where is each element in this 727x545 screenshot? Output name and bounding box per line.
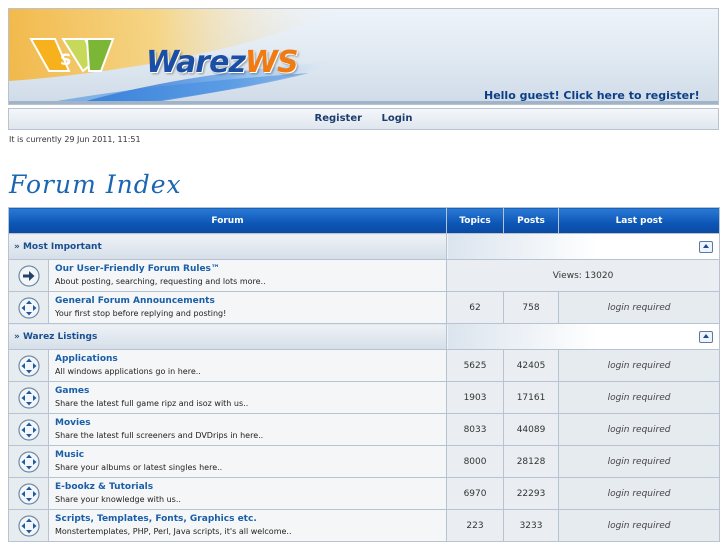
category-title[interactable]: » Most Important — [7, 233, 448, 260]
top-nav-bar: Register Login — [8, 108, 719, 130]
forum-description: Your first stop before replying and post… — [55, 309, 227, 318]
forum-last-post: login required — [558, 413, 721, 446]
forum-info-cell: Games Share the latest full game ripz an… — [47, 381, 448, 414]
forum-last-post: login required — [558, 477, 721, 510]
forum-title-link[interactable]: E-bookz & Tutorials — [55, 481, 442, 493]
forum-row: General Forum Announcements Your first s… — [8, 291, 721, 324]
forum-row: Our User-Friendly Forum Rules™ About pos… — [8, 259, 721, 292]
forum-icon-cell — [8, 381, 49, 414]
register-link[interactable]: Register — [315, 113, 363, 124]
category-controls — [446, 233, 721, 260]
forum-icon-cell — [8, 259, 49, 292]
category-row-warez-listings: » Warez Listings — [7, 323, 721, 350]
forum-topics-count: 62 — [446, 291, 505, 324]
forum-title-link[interactable]: General Forum Announcements — [55, 295, 442, 307]
forum-info-cell: Movies Share the latest full screeners a… — [47, 413, 448, 446]
forum-title-link[interactable]: Our User-Friendly Forum Rules™ — [55, 263, 442, 275]
forum-posts-count: 44089 — [503, 413, 560, 446]
forum-topics-count: 5625 — [446, 349, 505, 382]
forum-row: Movies Share the latest full screeners a… — [8, 413, 721, 446]
forum-row: E-bookz & Tutorials Share your knowledge… — [8, 477, 721, 510]
forum-arrows-icon[interactable] — [17, 482, 40, 505]
forum-title-link[interactable]: Applications — [55, 353, 442, 365]
page-title: Forum Index — [9, 170, 182, 199]
forum-index-table: Forum Topics Posts Last post » Most Impo… — [7, 207, 721, 542]
site-logo-text[interactable]: WarezWS — [146, 45, 299, 80]
column-header-forum: Forum — [7, 207, 448, 234]
forum-arrows-icon[interactable] — [17, 354, 40, 377]
forum-topics-count: 8033 — [446, 413, 505, 446]
forum-icon-cell — [8, 509, 49, 542]
forum-icon-cell — [8, 445, 49, 478]
current-time-text: It is currently 29 Jun 2011, 11:51 — [9, 135, 141, 144]
forum-posts-count: 17161 — [503, 381, 560, 414]
arrow-right-icon[interactable] — [17, 264, 40, 287]
forum-icon-cell — [8, 477, 49, 510]
forum-description: Share your albums or latest singles here… — [55, 463, 223, 472]
banner-divider — [9, 101, 718, 104]
forum-topics-count: 223 — [446, 509, 505, 542]
column-header-posts: Posts — [503, 207, 560, 234]
forum-description: All windows applications go in here.. — [55, 367, 201, 376]
forum-title-link[interactable]: Music — [55, 449, 442, 461]
column-header-last-post: Last post — [558, 207, 721, 234]
forum-icon-cell — [8, 413, 49, 446]
forum-topics-count: 6970 — [446, 477, 505, 510]
forum-title-link[interactable]: Movies — [55, 417, 442, 429]
forum-arrows-icon[interactable] — [17, 450, 40, 473]
forum-info-cell: E-bookz & Tutorials Share your knowledge… — [47, 477, 448, 510]
site-header-banner: S WarezWS Hello guest! Click here to reg… — [8, 8, 719, 105]
login-link[interactable]: Login — [382, 113, 413, 124]
collapse-category-button[interactable] — [699, 330, 714, 343]
forum-info-cell: Our User-Friendly Forum Rules™ About pos… — [47, 259, 448, 292]
forum-topics-count: 8000 — [446, 445, 505, 478]
table-header-row: Forum Topics Posts Last post — [7, 207, 721, 234]
ws-logo-icon: S — [29, 38, 115, 73]
forum-posts-count: 42405 — [503, 349, 560, 382]
forum-icon-cell — [8, 349, 49, 382]
forum-info-cell: Applications All windows applications go… — [47, 349, 448, 382]
forum-topics-count: 1903 — [446, 381, 505, 414]
category-title[interactable]: » Warez Listings — [7, 323, 448, 350]
forum-description: Share the latest full screeners and DVDr… — [55, 431, 264, 440]
forum-posts-count: 758 — [503, 291, 560, 324]
svg-text:S: S — [60, 50, 72, 69]
column-header-topics: Topics — [446, 207, 505, 234]
forum-info-cell: General Forum Announcements Your first s… — [47, 291, 448, 324]
forum-arrows-icon[interactable] — [17, 386, 40, 409]
forum-last-post: login required — [558, 349, 721, 382]
collapse-category-button[interactable] — [699, 240, 714, 253]
forum-description: Share your knowledge with us.. — [55, 495, 181, 504]
forum-icon-cell — [8, 291, 49, 324]
forum-last-post: login required — [558, 509, 721, 542]
forum-last-post: login required — [558, 445, 721, 478]
forum-row: Scripts, Templates, Fonts, Graphics etc.… — [8, 509, 721, 542]
forum-arrows-icon[interactable] — [17, 296, 40, 319]
forum-row: Music Share your albums or latest single… — [8, 445, 721, 478]
forum-info-cell: Scripts, Templates, Fonts, Graphics etc.… — [47, 509, 448, 542]
forum-arrows-icon[interactable] — [17, 514, 40, 537]
forum-views-count: Views: 13020 — [446, 259, 721, 292]
forum-title-link[interactable]: Games — [55, 385, 442, 397]
forum-description: About posting, searching, requesting and… — [55, 277, 266, 286]
forum-last-post: login required — [558, 291, 721, 324]
forum-posts-count: 28128 — [503, 445, 560, 478]
category-controls — [446, 323, 721, 350]
forum-posts-count: 22293 — [503, 477, 560, 510]
forum-last-post: login required — [558, 381, 721, 414]
forum-description: Share the latest full game ripz and isoz… — [55, 399, 249, 408]
forum-row: Applications All windows applications go… — [8, 349, 721, 382]
category-row-most-important: » Most Important — [7, 233, 721, 260]
forum-row: Games Share the latest full game ripz an… — [8, 381, 721, 414]
forum-title-link[interactable]: Scripts, Templates, Fonts, Graphics etc. — [55, 513, 442, 525]
forum-info-cell: Music Share your albums or latest single… — [47, 445, 448, 478]
forum-description: Monstertemplates, PHP, Perl, Java script… — [55, 527, 292, 536]
forum-arrows-icon[interactable] — [17, 418, 40, 441]
forum-posts-count: 3233 — [503, 509, 560, 542]
